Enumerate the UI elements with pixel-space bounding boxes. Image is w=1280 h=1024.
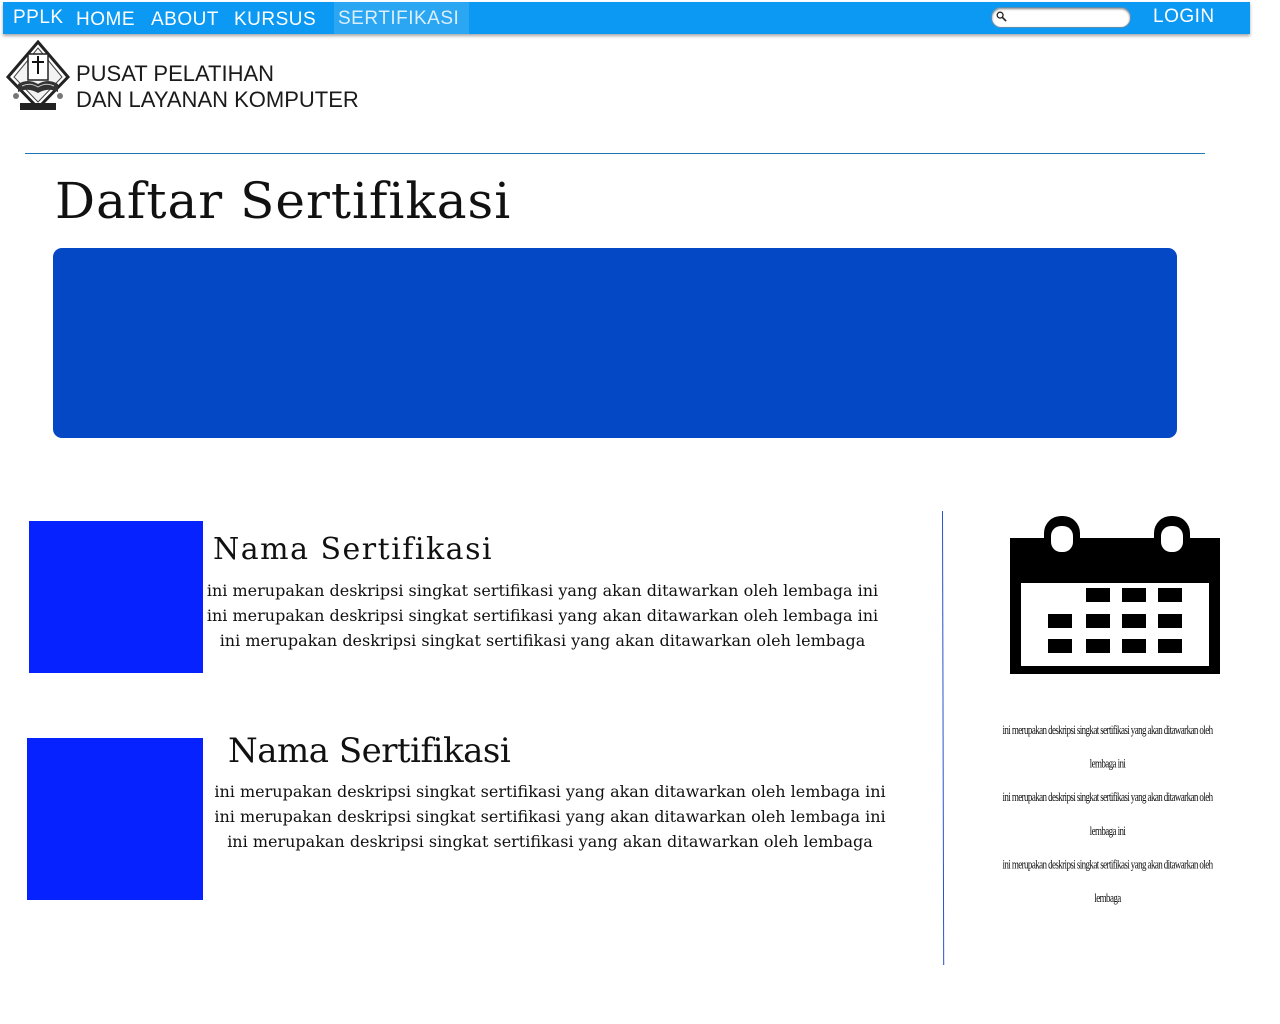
nav-link-sertifikasi[interactable]: SERTIFIKASI — [334, 2, 470, 34]
page: PPLK HOME ABOUT KURSUS SERTIFIKASI LOGIN… — [0, 0, 1280, 1024]
page-title: Daftar Sertifikasi — [55, 172, 512, 230]
top-navbar: PPLK HOME ABOUT KURSUS SERTIFIKASI LOGIN — [3, 2, 1250, 34]
university-shield-logo-icon — [6, 40, 70, 111]
nav-link-home[interactable]: HOME — [76, 9, 135, 31]
certification-title[interactable]: Nama Sertifikasi — [213, 532, 493, 567]
certification-thumbnail[interactable] — [27, 738, 203, 900]
calendar-icon — [1010, 516, 1220, 674]
organization-name-line2: DAN LAYANAN KOMPUTER — [76, 87, 359, 112]
nav-link-about[interactable]: ABOUT — [151, 9, 219, 31]
search-box[interactable] — [991, 7, 1131, 28]
organization-name: PUSAT PELATIHAN DAN LAYANAN KOMPUTER — [76, 61, 359, 113]
certification-description: ini merupakan deskripsi singkat sertifik… — [214, 782, 886, 851]
nav-link-kursus[interactable]: KURSUS — [234, 9, 316, 31]
sidebar-divider — [942, 510, 945, 965]
certification-description: ini merupakan deskripsi singkat sertifik… — [206, 581, 879, 650]
nav-brand[interactable]: PPLK — [13, 7, 64, 29]
certification-thumbnail[interactable] — [29, 521, 203, 673]
header-divider — [25, 153, 1205, 154]
search-input[interactable] — [1010, 9, 1122, 25]
login-link[interactable]: LOGIN — [1153, 6, 1215, 28]
certification-title[interactable]: Nama Sertifikasi — [228, 731, 511, 771]
schedule-description: ini merupakan deskripsi singkat sertifik… — [1002, 722, 1213, 905]
organization-name-line1: PUSAT PELATIHAN — [76, 61, 275, 86]
search-icon — [996, 11, 1007, 22]
hero-banner — [53, 248, 1177, 438]
